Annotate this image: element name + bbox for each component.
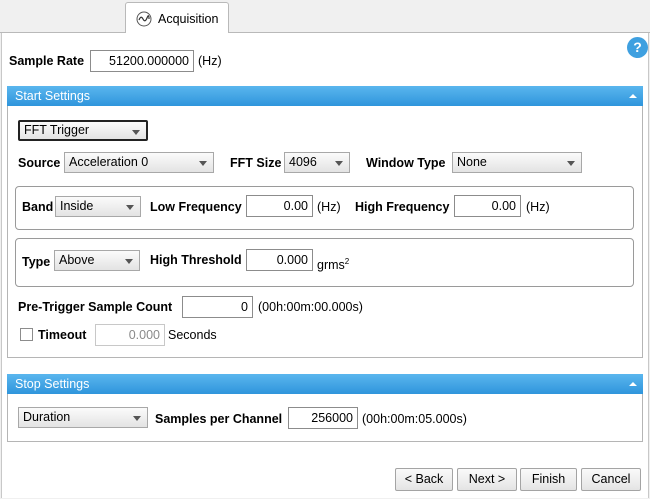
source-label: Source bbox=[18, 156, 61, 170]
finish-button[interactable]: Finish bbox=[520, 468, 577, 491]
chevron-down-icon bbox=[133, 416, 141, 421]
source-value: Acceleration 0 bbox=[69, 155, 149, 169]
type-label: Type bbox=[22, 255, 51, 269]
trigger-type-select[interactable]: FFT Trigger bbox=[18, 120, 148, 141]
trigger-type-value: FFT Trigger bbox=[24, 123, 90, 137]
threshold-type-select[interactable]: Above bbox=[54, 250, 140, 271]
start-settings-header[interactable]: Start Settings bbox=[7, 86, 643, 106]
band-select[interactable]: Inside bbox=[55, 196, 141, 217]
timeout-unit: Seconds bbox=[168, 328, 217, 342]
high-threshold-unit: grms2 bbox=[317, 257, 350, 273]
low-frequency-unit: (Hz) bbox=[317, 200, 341, 214]
start-settings-title: Start Settings bbox=[15, 89, 91, 103]
sample-rate-input[interactable]: 51200.000000 bbox=[90, 50, 194, 72]
fft-size-value: 4096 bbox=[289, 155, 317, 169]
waveform-icon bbox=[136, 11, 152, 26]
high-threshold-label: High Threshold bbox=[150, 253, 242, 267]
chevron-down-icon bbox=[199, 161, 207, 166]
low-frequency-input[interactable]: 0.00 bbox=[246, 195, 313, 217]
pretrigger-time: (00h:00m:00.000s) bbox=[258, 300, 363, 314]
chevron-down-icon bbox=[567, 161, 575, 166]
high-frequency-unit: (Hz) bbox=[526, 200, 550, 214]
collapse-icon[interactable] bbox=[629, 94, 637, 98]
pretrigger-input[interactable]: 0 bbox=[182, 296, 253, 318]
timeout-checkbox[interactable] bbox=[20, 328, 33, 341]
high-frequency-input[interactable]: 0.00 bbox=[454, 195, 521, 217]
tab-strip bbox=[0, 0, 650, 33]
chevron-down-icon bbox=[125, 259, 133, 264]
window-type-value: None bbox=[457, 155, 487, 169]
samples-time: (00h:00m:05.000s) bbox=[362, 412, 467, 426]
stop-mode-value: Duration bbox=[23, 410, 71, 424]
help-icon[interactable]: ? bbox=[627, 37, 648, 58]
threshold-type-value: Above bbox=[59, 253, 95, 267]
sample-rate-label: Sample Rate bbox=[9, 54, 85, 68]
low-frequency-label: Low Frequency bbox=[150, 200, 242, 214]
chevron-down-icon bbox=[126, 205, 134, 210]
stop-mode-select[interactable]: Duration bbox=[18, 407, 148, 428]
pretrigger-label: Pre-Trigger Sample Count bbox=[18, 300, 173, 314]
chevron-down-icon bbox=[335, 161, 343, 166]
high-frequency-label: High Frequency bbox=[355, 200, 450, 214]
collapse-icon[interactable] bbox=[629, 382, 637, 386]
samples-per-channel-label: Samples per Channel bbox=[155, 412, 283, 426]
cancel-button[interactable]: Cancel bbox=[581, 468, 641, 491]
tab-acquisition[interactable]: Acquisition bbox=[125, 2, 229, 34]
fft-size-select[interactable]: 4096 bbox=[284, 152, 350, 173]
band-label: Band bbox=[22, 200, 54, 214]
timeout-input[interactable]: 0.000 bbox=[95, 324, 165, 346]
window-type-label: Window Type bbox=[366, 156, 446, 170]
tab-label: Acquisition bbox=[158, 11, 219, 26]
samples-per-channel-input[interactable]: 256000 bbox=[288, 407, 358, 429]
sample-rate-unit: (Hz) bbox=[198, 54, 222, 68]
chevron-down-icon bbox=[132, 130, 140, 135]
stop-settings-header[interactable]: Stop Settings bbox=[7, 374, 643, 394]
stop-settings-title: Stop Settings bbox=[15, 377, 90, 391]
band-value: Inside bbox=[60, 199, 94, 213]
next-button[interactable]: Next > bbox=[457, 468, 517, 491]
window-type-select[interactable]: None bbox=[452, 152, 582, 173]
high-threshold-input[interactable]: 0.000 bbox=[246, 249, 313, 271]
fft-size-label: FFT Size bbox=[230, 156, 282, 170]
back-button[interactable]: < Back bbox=[395, 468, 453, 491]
source-select[interactable]: Acceleration 0 bbox=[64, 152, 214, 173]
timeout-label: Timeout bbox=[38, 328, 87, 342]
